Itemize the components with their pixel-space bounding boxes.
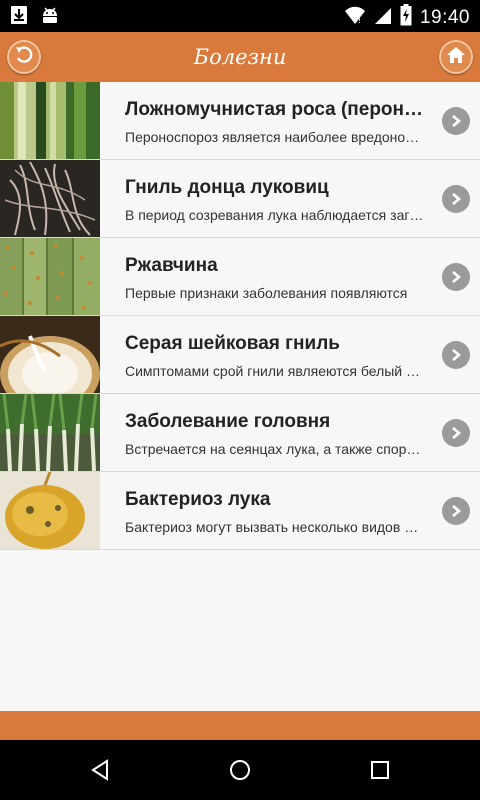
android-icon: [40, 5, 60, 30]
thumbnail-image: [0, 82, 100, 159]
chevron-right-icon[interactable]: [442, 497, 470, 525]
item-subtitle: Бактериоз могут вызвать несколько видов …: [125, 519, 425, 535]
status-time: 19:40: [419, 6, 470, 28]
nav-back-icon[interactable]: [82, 754, 118, 786]
list-item[interactable]: Гниль донца луковиц В период созревания …: [0, 160, 480, 238]
list-item[interactable]: Ложномучнистая роса (пероноспороз) Перон…: [0, 82, 480, 160]
status-notifications: [10, 5, 60, 30]
item-subtitle: Симптомами срой гнили являеются белый на…: [125, 363, 425, 379]
system-nav-bar: [0, 740, 480, 800]
thumbnail-image: [0, 394, 100, 471]
disease-list: Ложномучнистая роса (пероноспороз) Перон…: [0, 82, 480, 550]
thumbnail-image: [0, 238, 100, 315]
chevron-right-icon[interactable]: [442, 107, 470, 135]
status-bar: ! 19:40: [0, 0, 480, 32]
item-title: Серая шейковая гниль: [125, 333, 340, 354]
item-title: Бактериоз лука: [125, 489, 271, 510]
nav-recents-icon[interactable]: [362, 754, 398, 786]
nav-home-icon[interactable]: [222, 754, 258, 786]
download-icon: [10, 5, 28, 30]
list-item[interactable]: Заболевание головня Встречается на сеянц…: [0, 394, 480, 472]
item-title: Гниль донца луковиц: [125, 177, 329, 198]
item-subtitle: Первые признаки заболевания появляются: [125, 285, 408, 301]
list-item[interactable]: Ржавчина Первые признаки заболевания поя…: [0, 238, 480, 316]
chevron-right-icon[interactable]: [442, 185, 470, 213]
wifi-icon: !: [344, 5, 366, 30]
signal-icon: [374, 5, 392, 30]
list-item[interactable]: Бактериоз лука Бактериоз могут вызвать н…: [0, 472, 480, 550]
svg-text:!: !: [358, 15, 361, 25]
item-subtitle: Пероноспороз является наиболее вредоносн…: [125, 129, 425, 145]
page-title: Болезни: [193, 45, 287, 69]
thumbnail-image: [0, 316, 100, 393]
item-title: Ложномучнистая роса (пероноспороз): [125, 99, 425, 120]
item-subtitle: В период созревания лука наблюдается заг…: [125, 207, 425, 223]
list-item[interactable]: Серая шейковая гниль Симптомами срой гни…: [0, 316, 480, 394]
battery-charging-icon: [400, 4, 412, 31]
item-title: Заболевание головня: [125, 411, 331, 432]
chevron-right-icon[interactable]: [442, 419, 470, 447]
chevron-right-icon[interactable]: [442, 341, 470, 369]
title-bar: Болезни: [0, 32, 480, 82]
thumbnail-image: [0, 160, 100, 237]
item-title: Ржавчина: [125, 255, 218, 276]
chevron-right-icon[interactable]: [442, 263, 470, 291]
item-subtitle: Встречается на сеянцах лука, а также спо…: [125, 441, 425, 457]
home-icon: [445, 44, 467, 71]
bottom-bar: [0, 711, 480, 740]
thumbnail-image: [0, 472, 100, 549]
home-button[interactable]: [439, 40, 473, 74]
status-system: ! 19:40: [344, 4, 470, 31]
